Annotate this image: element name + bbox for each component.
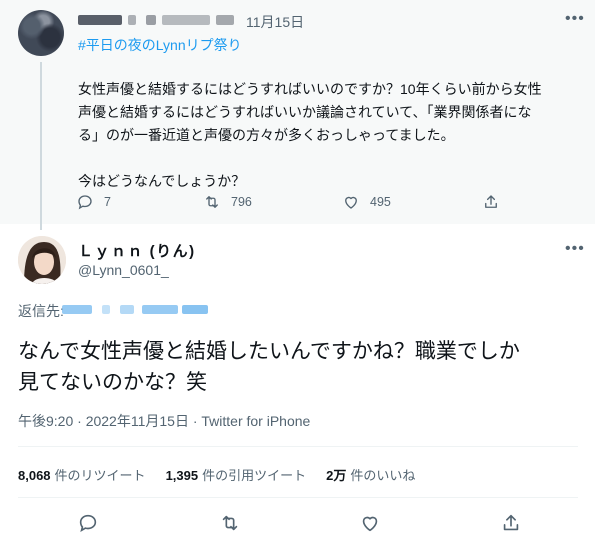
reply-to-label: 返信先: bbox=[18, 303, 64, 319]
parent-actions: 7 796 495 bbox=[0, 193, 595, 213]
parent-date[interactable]: 11月15日 bbox=[246, 12, 304, 32]
retweet-icon bbox=[222, 515, 238, 531]
parent-text-line: 声優と結婚するにはどうすればいいか議論されていて、「業界関係者にな bbox=[78, 104, 532, 120]
user-handle[interactable]: @Lynn_0601_ bbox=[78, 262, 169, 278]
avatar-image bbox=[18, 236, 66, 284]
tweet-stats: 8,068 件のリツイート 1,395 件の引用ツイート 2万 件のいいね bbox=[18, 465, 435, 484]
parent-text-line: 女性声優と結婚するにはどうすればいいのですか？10年くらい前から女性 bbox=[78, 81, 542, 97]
like-button[interactable] bbox=[359, 512, 381, 534]
share-button[interactable] bbox=[500, 512, 522, 534]
retweet-icon bbox=[206, 196, 218, 208]
more-icon[interactable]: ••• bbox=[565, 10, 585, 28]
parent-retweet-count: 796 bbox=[231, 195, 252, 209]
heart-icon bbox=[362, 516, 378, 532]
parent-avatar[interactable] bbox=[18, 10, 64, 56]
main-avatar[interactable] bbox=[18, 236, 66, 284]
reply-to-handle-redacted[interactable] bbox=[62, 304, 212, 316]
parent-share-button[interactable] bbox=[482, 193, 510, 211]
retweet-stat-label: 件のリツイート bbox=[54, 468, 146, 483]
parent-tweet-text: 女性声優と結婚するにはどうすればいいのですか？10年くらい前から女性 声優と結婚… bbox=[78, 78, 578, 193]
parent-text-line: 今はどうなんでしょうか？ bbox=[78, 173, 246, 189]
parent-text-line bbox=[78, 147, 578, 170]
share-icon bbox=[503, 514, 519, 531]
divider bbox=[18, 497, 578, 498]
heart-icon bbox=[345, 196, 357, 209]
reply-button[interactable] bbox=[77, 512, 99, 534]
quote-stat-label: 件の引用ツイート bbox=[202, 468, 307, 483]
quote-stat-value: 1,395 bbox=[165, 468, 199, 483]
reply-icon bbox=[78, 195, 92, 210]
retweet-stat[interactable]: 8,068 件のリツイート bbox=[18, 465, 146, 484]
parent-text-line: る」のが一番近道と声優の方々が多くおっしゃってました。 bbox=[78, 127, 455, 143]
tweet-meta[interactable]: 午後9:20 · 2022年11月15日 · Twitter for iPhon… bbox=[18, 411, 310, 431]
reply-icon bbox=[79, 514, 97, 533]
like-stat-label: 件のいいね bbox=[350, 468, 416, 483]
retweet-stat-value: 8,068 bbox=[18, 468, 51, 483]
display-name[interactable]: Ｌｙｎｎ (りん) bbox=[78, 240, 196, 261]
main-actions bbox=[0, 512, 595, 534]
main-tweet-text: なんで女性声優と結婚したいんですかね？職業でしか 見てないのかな？笑 bbox=[18, 336, 578, 398]
more-icon[interactable]: ••• bbox=[565, 240, 585, 258]
hashtag-link[interactable]: #平日の夜のLynnリプ祭り bbox=[78, 35, 242, 55]
main-text-line: なんで女性声優と結婚したいんですかね？職業でしか bbox=[18, 340, 520, 363]
share-icon bbox=[485, 195, 497, 208]
parent-tweet[interactable]: 11月15日 ••• #平日の夜のLynnリプ祭り 女性声優と結婚するにはどうす… bbox=[0, 0, 595, 230]
parent-author-name-redacted[interactable] bbox=[78, 13, 238, 27]
main-text-line: 見てないのかな？笑 bbox=[18, 371, 207, 394]
like-stat[interactable]: 2万 件のいいね bbox=[326, 465, 415, 484]
quote-stat[interactable]: 1,395 件の引用ツイート bbox=[166, 465, 307, 484]
parent-retweet-button[interactable]: 796 bbox=[203, 193, 252, 211]
retweet-button[interactable] bbox=[219, 512, 241, 534]
like-stat-value: 2万 bbox=[326, 468, 347, 483]
divider bbox=[18, 446, 578, 447]
parent-reply-count: 7 bbox=[104, 195, 111, 209]
parent-like-count: 495 bbox=[370, 195, 391, 209]
parent-like-button[interactable]: 495 bbox=[342, 193, 391, 211]
parent-reply-button[interactable]: 7 bbox=[76, 193, 111, 211]
